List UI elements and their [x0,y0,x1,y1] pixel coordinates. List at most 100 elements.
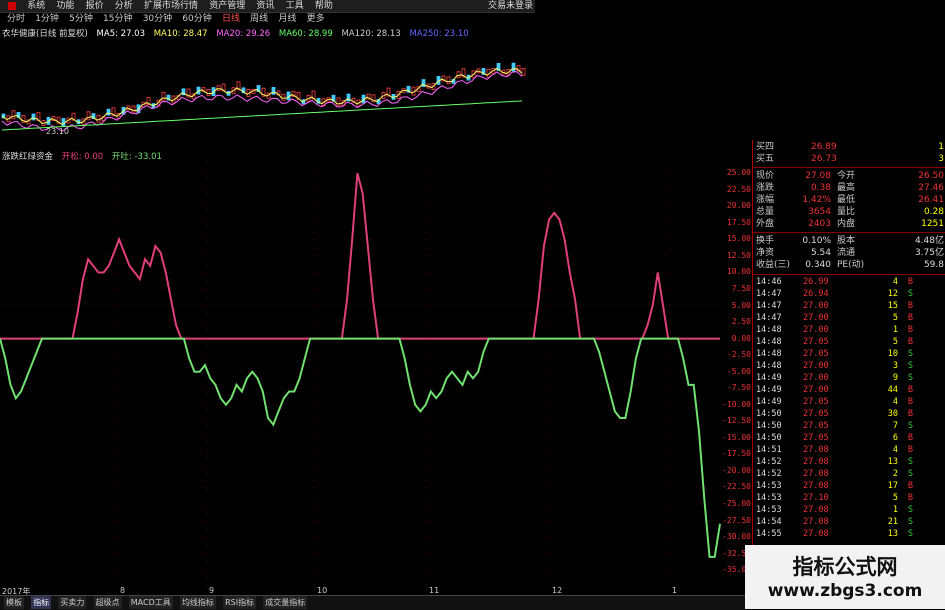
bid-row: 买五 26.73 3 [753,153,945,165]
tick-volume: 5 [892,337,898,347]
watermark-url: www.zbgs3.com [767,581,923,601]
tick-row: 14:53 27.08 1 S [753,505,945,516]
tick-volume: 30 [887,409,898,419]
menu-item-asset-management[interactable]: 资产管理 [209,0,245,12]
period-tab-more[interactable]: 更多 [307,13,325,25]
tick-row: 14:48 27.00 1 B [753,325,945,336]
tick-time: 14:47 [756,289,782,299]
candlestick-chart[interactable]: 23.10 [0,38,535,138]
indicator-y-axis: 25.00 22.50 20.00 17.50 15.00 12.50 10.00 7.50 5… [721,140,751,590]
tick-time: 14:49 [756,385,782,395]
bottom-tab-bar: 模板 指标 买卖力 超级点 MACD工具 均线指标 RSI指标 成交量指标 [0,595,745,610]
stat-value: 2403 [808,219,831,229]
y-tick-label: -17.50 [722,449,751,459]
tick-price: 27.05 [803,421,829,431]
stat-label: 股本 [837,236,856,246]
date-label: 10 [317,586,328,595]
tick-side: S [907,529,913,539]
bid-volume: 1 [938,142,944,152]
stat-row: 涨跌 0.38 最高 27.46 [753,182,945,194]
y-tick-label: -22.50 [722,482,751,492]
stat-value: 0.28 [923,207,944,217]
menu-item-help[interactable]: 帮助 [315,0,333,12]
menu-item-extended-market[interactable]: 扩展市场行情 [144,0,198,12]
tick-volume: 13 [887,529,898,539]
tick-time: 14:51 [756,445,782,455]
tick-time: 14:48 [756,337,782,347]
tick-price: 27.05 [803,397,829,407]
tick-row: 14:51 27.08 4 B [753,445,945,456]
menu-item-analysis[interactable]: 分析 [115,0,133,12]
period-tab[interactable]: 60分钟 [182,13,211,25]
tick-row: 14:49 27.05 4 B [753,397,945,408]
stat-label: 现价 [756,171,775,181]
tick-row: 14:47 27.00 15 B [753,301,945,312]
tick-side: S [907,469,913,479]
stat-label: 收益(三) [756,260,791,270]
tick-price: 27.00 [803,361,829,371]
stat-value: 27.08 [805,171,831,181]
tick-row: 14:48 27.05 10 S [753,349,945,360]
tick-time: 14:48 [756,361,782,371]
stat-value: 0.10% [802,236,831,246]
divider [753,167,945,168]
tick-row: 14:48 27.00 3 S [753,361,945,372]
y-tick-label: -27.50 [722,515,751,525]
bottom-tab-active[interactable]: 指标 [31,596,52,609]
indicator-chart[interactable] [0,160,752,590]
bottom-tab[interactable]: 成交量指标 [263,596,308,609]
menu-item-quote[interactable]: 报价 [86,0,104,12]
candle [31,113,36,121]
stat-label: 外盘 [756,219,775,229]
bottom-tab[interactable]: RSI指标 [223,596,257,609]
watermark: 指标公式网 www.zbgs3.com [745,545,945,609]
period-tab-active[interactable]: 日线 [222,13,240,25]
tick-time: 14:49 [756,373,782,383]
bottom-tab[interactable]: 模板 [4,596,24,609]
period-tab[interactable]: 周线 [250,13,268,25]
stat-row: 外盘 2403 内盘 1251 [753,218,945,230]
menu-item-news[interactable]: 资讯 [256,0,274,12]
period-tab[interactable]: 月线 [278,13,296,25]
tick-volume: 13 [887,457,898,467]
bid-label: 买四 [756,142,775,152]
tick-row: 14:50 27.05 7 S [753,421,945,432]
y-tick-label: 7.50 [731,284,751,293]
period-tab[interactable]: 5分钟 [69,13,93,25]
date-label: 8 [120,586,126,595]
period-tab[interactable]: 分时 [7,13,25,25]
menu-item-system[interactable]: 系统 [27,0,45,12]
stat-row: 涨幅 1.42% 最低 26.41 [753,194,945,206]
stat-row: 净资 5.54 流通 3.75亿 [753,247,945,259]
period-tab[interactable]: 1分钟 [35,13,59,25]
stat-row: 总量 3654 量比 0.28 [753,206,945,218]
period-tab[interactable]: 30分钟 [143,13,172,25]
candle [271,86,276,95]
period-bar: 分时 1分钟 5分钟 15分钟 30分钟 60分钟 日线 周线 月线 更多 [0,13,535,25]
stat-label: 总量 [756,207,775,217]
bottom-tab[interactable]: 超级点 [93,596,122,609]
tick-volume: 21 [887,517,898,527]
tick-volume: 4 [892,397,898,407]
bottom-tab[interactable]: 均线指标 [179,596,216,609]
bottom-tab[interactable]: MACD工具 [128,596,173,609]
tick-side: B [907,493,913,503]
menu-item-function[interactable]: 功能 [56,0,74,12]
tick-side: S [907,421,913,431]
y-tick-label: -25.00 [722,499,751,508]
tick-volume: 12 [887,289,898,299]
account-status[interactable]: 交易未登录 [488,0,533,12]
menu-item-tools[interactable]: 工具 [286,0,304,12]
tick-side: S [907,457,913,467]
tick-row: 14:49 27.00 9 S [753,373,945,384]
tick-price: 27.05 [803,433,829,443]
bid-volume: 3 [938,154,944,164]
tick-side: S [907,349,913,359]
app-logo-icon [8,2,16,10]
bottom-tab[interactable]: 买卖力 [58,596,87,609]
tick-volume: 6 [892,433,898,443]
period-tab[interactable]: 15分钟 [103,13,132,25]
tick-volume: 1 [892,505,898,515]
tick-price: 27.10 [803,493,829,503]
tick-side: S [907,361,913,371]
